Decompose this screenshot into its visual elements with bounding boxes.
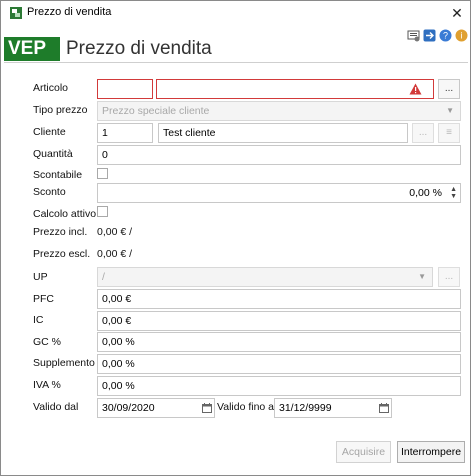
- up-value: /: [102, 271, 105, 283]
- close-icon[interactable]: ✕: [447, 3, 467, 23]
- help-icon[interactable]: ?: [438, 28, 452, 42]
- cliente-list-button[interactable]: ≡: [438, 123, 460, 143]
- quantita-label: Quantità: [33, 148, 73, 160]
- valido-fino-input[interactable]: 31/12/9999: [274, 398, 392, 418]
- warning-icon: [409, 83, 422, 95]
- info-icon[interactable]: i: [454, 28, 468, 42]
- module-badge: VEP: [4, 37, 60, 61]
- dialog-window: Prezzo di vendita ✕ ? i VEP Prezzo di ve…: [0, 0, 471, 476]
- supplemento-label: Supplemento %: [33, 357, 95, 369]
- scontabile-checkbox[interactable]: [97, 168, 108, 179]
- gc-label: GC %: [33, 336, 62, 348]
- toolbar: ? i: [406, 28, 468, 42]
- up-browse-button[interactable]: ...: [438, 267, 460, 287]
- sconto-value: 0,00 %: [409, 187, 442, 199]
- tipo-prezzo-select[interactable]: Prezzo speciale cliente ▼: [97, 101, 461, 121]
- valido-dal-input[interactable]: 30/09/2020: [97, 398, 215, 418]
- acquisire-button[interactable]: Acquisire: [336, 441, 391, 463]
- valido-fino-value: 31/12/9999: [279, 402, 332, 414]
- ic-input[interactable]: 0,00 €: [97, 311, 461, 331]
- prezzo-incl-value: 0,00 € /: [97, 226, 133, 238]
- svg-text:?: ?: [442, 30, 447, 40]
- prezzo-escl-value: 0,00 € /: [97, 248, 133, 260]
- up-label: UP: [33, 271, 48, 283]
- iva-input[interactable]: 0,00 %: [97, 376, 461, 396]
- settings-icon[interactable]: [406, 28, 420, 42]
- quantita-input[interactable]: 0: [97, 145, 461, 165]
- iva-label: IVA %: [33, 379, 61, 391]
- ic-label: IC: [33, 314, 44, 326]
- valido-fino-label: Valido fino al: [217, 401, 277, 413]
- export-icon[interactable]: [422, 28, 436, 42]
- calcolo-attivo-label: Calcolo attivo: [33, 208, 97, 220]
- chevron-down-icon: ▼: [446, 106, 454, 115]
- valido-dal-value: 30/09/2020: [102, 402, 155, 414]
- window-title: Prezzo di vendita: [27, 6, 112, 18]
- spinner-icon[interactable]: ▲ ▼: [449, 186, 457, 200]
- tipo-prezzo-value: Prezzo speciale cliente: [102, 105, 210, 117]
- page-title: Prezzo di vendita: [66, 38, 212, 59]
- sconto-label: Sconto: [33, 186, 66, 198]
- articolo-name-input[interactable]: [156, 79, 434, 99]
- articolo-code-input[interactable]: [97, 79, 153, 99]
- up-select[interactable]: / ▼: [97, 267, 433, 287]
- app-icon: [10, 7, 22, 19]
- cliente-code-input[interactable]: 1: [97, 123, 153, 143]
- cliente-label: Cliente: [33, 126, 66, 138]
- calendar-icon[interactable]: [379, 403, 389, 413]
- cliente-name-input[interactable]: Test cliente: [158, 123, 408, 143]
- articolo-browse-button[interactable]: ...: [438, 79, 460, 99]
- calendar-icon[interactable]: [202, 403, 212, 413]
- pfc-label: PFC: [33, 293, 54, 305]
- calcolo-attivo-checkbox[interactable]: [97, 206, 108, 217]
- gc-input[interactable]: 0,00 %: [97, 332, 461, 352]
- supplemento-input[interactable]: 0,00 %: [97, 354, 461, 374]
- header-divider: [4, 62, 468, 63]
- interrompere-button[interactable]: Interrompere: [397, 441, 465, 463]
- valido-dal-label: Valido dal: [33, 401, 79, 413]
- tipo-prezzo-label: Tipo prezzo: [33, 104, 88, 116]
- svg-text:i: i: [460, 30, 462, 40]
- title-bar: Prezzo di vendita ✕: [1, 1, 470, 25]
- chevron-down-icon: ▼: [418, 272, 426, 281]
- articolo-label: Articolo: [33, 82, 69, 94]
- sconto-input[interactable]: 0,00 % ▲ ▼: [97, 183, 461, 203]
- prezzo-escl-label: Prezzo escl.: [33, 248, 91, 260]
- prezzo-incl-label: Prezzo incl.: [33, 226, 88, 238]
- scontabile-label: Scontabile: [33, 169, 83, 181]
- cliente-browse-button[interactable]: ...: [412, 123, 434, 143]
- pfc-input[interactable]: 0,00 €: [97, 289, 461, 309]
